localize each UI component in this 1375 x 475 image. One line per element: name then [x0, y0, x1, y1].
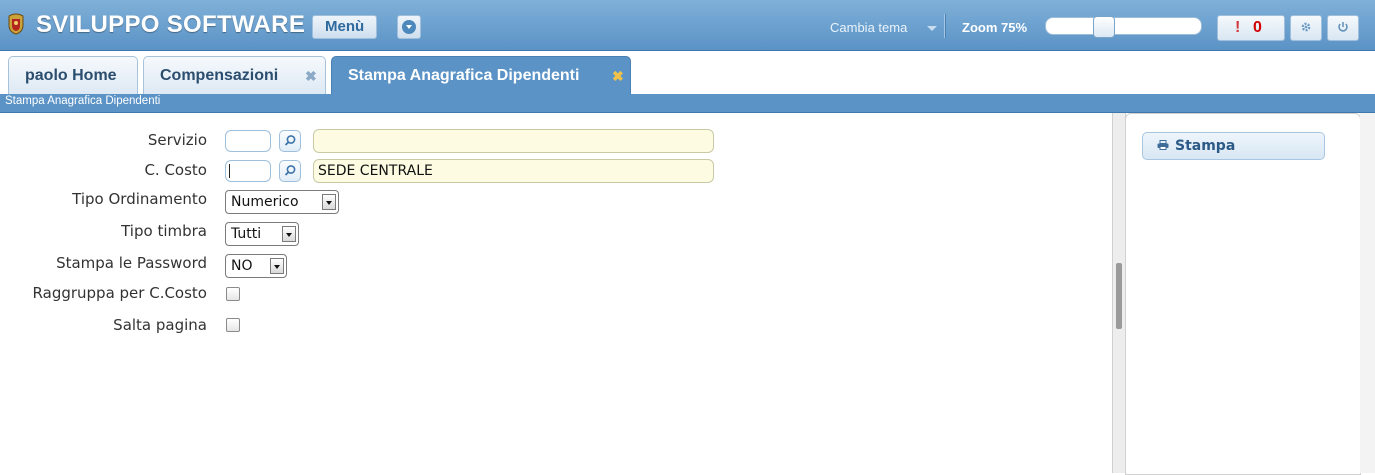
tipo-timbra-label: Tipo timbra	[121, 222, 207, 240]
tab-label: paolo Home	[25, 67, 117, 84]
printer-icon	[1157, 140, 1169, 150]
notification-count: 0	[1253, 19, 1262, 36]
c-costo-lookup-button[interactable]	[279, 160, 301, 182]
tab-paolo-home[interactable]: paolo Home	[8, 56, 138, 94]
gear-icon	[1301, 22, 1311, 32]
tipo-ordinamento-label: Tipo Ordinamento	[72, 190, 207, 208]
servizio-code-input[interactable]	[225, 130, 271, 152]
breadcrumb-bar: Stampa Anagrafica Dipendenti	[0, 94, 1375, 113]
raggruppa-label: Raggruppa per C.Costo	[32, 284, 207, 302]
tab-label: Stampa Anagrafica Dipendenti	[348, 67, 580, 84]
stampa-password-value: NO	[231, 258, 253, 274]
zoom-slider-thumb[interactable]	[1093, 16, 1115, 38]
zoom-label: Zoom 75%	[962, 20, 1028, 35]
chevron-down-icon	[282, 226, 296, 242]
stampa-button[interactable]: Stampa	[1142, 132, 1325, 160]
tab-label: Compensazioni	[160, 67, 279, 84]
close-icon[interactable]: ✖	[612, 68, 624, 85]
caret-down-icon[interactable]	[927, 26, 937, 31]
menu-button[interactable]: Menù	[312, 15, 378, 39]
logout-button[interactable]	[1327, 15, 1359, 41]
settings-button[interactable]	[1290, 15, 1322, 41]
breadcrumb: Stampa Anagrafica Dipendenti	[5, 95, 161, 107]
notifications-button[interactable]: ! 0	[1217, 15, 1285, 41]
servizio-lookup-button[interactable]	[279, 130, 301, 152]
salta-pagina-label: Salta pagina	[113, 316, 207, 334]
tipo-ordinamento-select[interactable]: Numerico	[225, 190, 339, 214]
report-form: Servizio C. Costo SEDE CENTRALE Tipo Ord…	[0, 113, 1112, 473]
zoom-slider[interactable]	[1045, 16, 1202, 38]
c-costo-label: C. Costo	[144, 161, 207, 179]
tab-compensazioni[interactable]: Compensazioni ✖	[143, 56, 326, 94]
search-icon	[284, 165, 296, 176]
tipo-timbra-select[interactable]: Tutti	[225, 222, 299, 246]
change-theme-button[interactable]: Cambia tema	[830, 20, 907, 35]
raggruppa-checkbox[interactable]	[226, 287, 240, 301]
menu-dropdown-button[interactable]	[397, 15, 421, 39]
top-bar: SVILUPPO SOFTWARE Menù Cambia tema Zoom …	[0, 0, 1375, 51]
stampa-password-select[interactable]: NO	[225, 254, 287, 278]
c-costo-description-field: SEDE CENTRALE	[313, 159, 714, 183]
alert-icon: !	[1235, 19, 1241, 36]
form-scrollbar[interactable]	[1112, 113, 1126, 473]
chevron-down-icon	[402, 20, 416, 34]
chevron-down-icon	[270, 258, 284, 274]
servizio-description-field	[313, 129, 714, 153]
toolbar-divider	[944, 14, 946, 38]
search-icon	[284, 135, 296, 146]
scrollbar-thumb[interactable]	[1116, 263, 1122, 329]
salta-pagina-checkbox[interactable]	[226, 318, 240, 332]
close-icon[interactable]: ✖	[305, 68, 317, 85]
power-icon	[1338, 22, 1348, 32]
chevron-down-icon	[322, 194, 336, 210]
tab-strip: paolo Home Compensazioni ✖ Stampa Anagra…	[0, 51, 1375, 94]
actions-panel: Stampa	[1125, 113, 1361, 475]
page-scrollbar[interactable]	[1360, 113, 1375, 473]
c-costo-code-input[interactable]	[225, 160, 271, 182]
stampa-password-label: Stampa le Password	[56, 254, 207, 272]
tab-stampa-anagrafica[interactable]: Stampa Anagrafica Dipendenti ✖	[331, 56, 631, 94]
stampa-label: Stampa	[1175, 138, 1236, 154]
servizio-label: Servizio	[147, 131, 207, 149]
tipo-timbra-value: Tutti	[231, 226, 262, 242]
logo-crest-icon	[8, 13, 24, 35]
tipo-ordinamento-value: Numerico	[231, 194, 299, 210]
app-title: SVILUPPO SOFTWARE	[36, 11, 306, 38]
